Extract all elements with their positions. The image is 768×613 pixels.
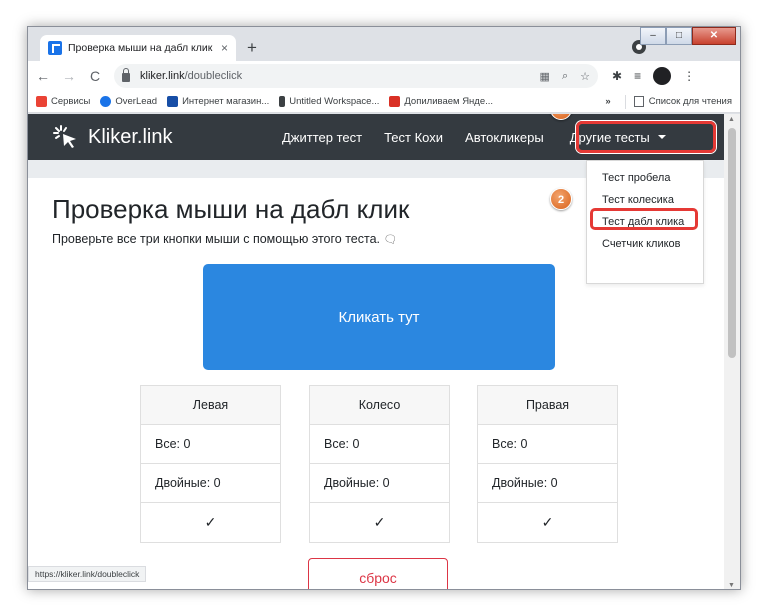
menu-item-click-counter[interactable]: Счетчик кликов [587,233,703,255]
nav-kohi-test[interactable]: Тест Кохи [384,130,443,145]
reading-list-button[interactable]: Список для чтения [633,96,732,107]
scroll-down-icon[interactable]: ▼ [728,582,735,589]
page-subtitle: Проверьте все три кнопки мыши с помощью … [52,232,398,246]
card-title: Правая [478,386,617,425]
bookmarks-more-button[interactable]: » [605,96,610,107]
card-all-count: Все: 0 [478,425,617,464]
menu-icon[interactable]: ⋮ [683,69,695,83]
status-bar-url: https://kliker.link/doubleclick [28,566,147,582]
check-icon: ✓ [373,514,386,530]
speech-bubble-icon: 🗨 [383,234,398,246]
reset-button[interactable]: сброс [308,558,448,589]
bookmark-workspace[interactable]: Untitled Workspace... [279,96,379,107]
highlight-other-tests [576,121,716,153]
card-right-button: Правая Все: 0 Двойные: 0 ✓ [477,385,618,543]
avatar[interactable] [653,67,672,85]
nav-autoclickers[interactable]: Автокликеры [465,130,544,145]
card-wheel-button: Колесо Все: 0 Двойные: 0 ✓ [309,385,450,543]
shop-icon [167,96,179,107]
browser-window: Проверка мыши на дабл клик | × + – □ ✕ ←… [27,26,741,590]
scrollbar-thumb[interactable] [728,128,736,358]
bookmark-services[interactable]: Сервисы [36,96,90,107]
url-path: /doubleclick [184,70,243,82]
apps-icon [36,96,47,107]
card-title: Левая [141,386,280,425]
maximize-button[interactable]: □ [666,27,692,45]
browser-toolbar: ← → C kliker.link/doubleclick ▦ ⌕ ☆ ✱ ≡ … [28,61,740,91]
qr-icon[interactable]: ▦ [540,70,550,83]
close-window-button[interactable]: ✕ [692,27,736,45]
page-scrollbar[interactable]: ▲ ▼ [724,114,740,589]
forward-button[interactable]: → [58,68,80,84]
card-all-count: Все: 0 [310,425,449,464]
scroll-up-icon[interactable]: ▲ [728,116,735,123]
window-controls: – □ ✕ [640,27,736,45]
step-badge-2: 2 [550,188,572,210]
address-bar[interactable]: kliker.link/doubleclick ▦ ⌕ ☆ [114,64,598,88]
site-logo[interactable]: Kliker.link [52,124,172,150]
star-icon[interactable]: ☆ [580,70,590,83]
media-icon[interactable]: ≡ [634,69,641,83]
bookmark-overlead[interactable]: OverLead [100,96,157,107]
tab-strip: Проверка мыши на дабл клик | × + – □ ✕ [28,27,740,61]
card-double-count: Двойные: 0 [141,464,280,503]
favicon-icon [48,41,62,55]
reading-list-icon [633,96,644,107]
td-icon [389,96,401,107]
card-double-count: Двойные: 0 [310,464,449,503]
click-area-button[interactable]: Кликать тут [203,264,555,370]
tab-title: Проверка мыши на дабл клик | [68,42,215,54]
check-icon: ✓ [541,514,554,530]
pin-icon [279,96,286,107]
web-page: Kliker.link Джиттер тест Тест Кохи Авток… [28,114,726,589]
extensions-icon[interactable]: ✱ [612,69,622,83]
reload-button[interactable]: C [84,68,106,84]
browser-tab[interactable]: Проверка мыши на дабл клик | × [40,35,236,61]
menu-item-space-test[interactable]: Тест пробела [587,167,703,189]
minimize-button[interactable]: – [640,27,666,45]
card-title: Колесо [310,386,449,425]
highlight-wheel-test [590,208,698,230]
logo-text: Kliker.link [88,125,173,148]
new-tab-button[interactable]: + [242,38,262,58]
zoom-icon[interactable]: ⌕ [562,70,568,83]
bookmark-yandex[interactable]: Допиливаем Янде... [389,96,493,107]
nav-jitter-test[interactable]: Джиттер тест [282,130,362,145]
lock-icon[interactable] [122,67,130,82]
check-icon: ✓ [204,514,217,530]
back-button[interactable]: ← [32,68,54,84]
card-all-count: Все: 0 [141,425,280,464]
card-double-count: Двойные: 0 [478,464,617,503]
bookmark-shop[interactable]: Интернет магазин... [167,96,269,107]
cursor-click-icon [53,125,76,148]
page-title: Проверка мыши на дабл клик [52,194,410,224]
card-left-button: Левая Все: 0 Двойные: 0 ✓ [140,385,281,543]
tab-close-button[interactable]: × [221,41,228,55]
url-host: kliker.link [140,70,185,82]
bookmarks-bar: Сервисы OverLead Интернет магазин... Unt… [28,91,740,113]
overlead-icon [100,96,112,107]
bookmarks-divider [624,94,626,109]
